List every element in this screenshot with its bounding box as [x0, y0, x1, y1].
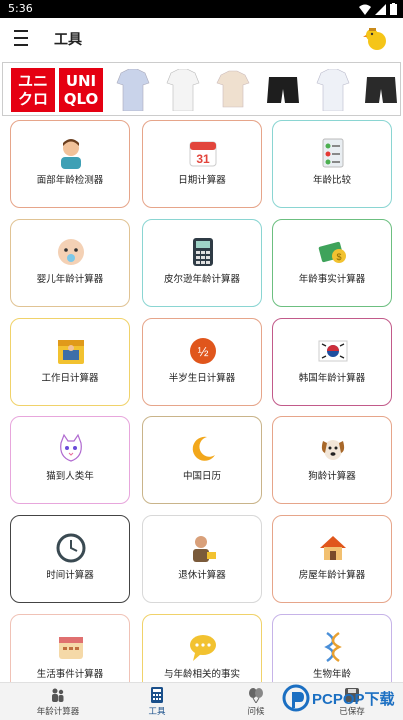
- tool-card-label: 生活事件计算器: [36, 669, 104, 680]
- tool-card[interactable]: 工作日计算器: [10, 318, 130, 406]
- balloon-icon: [249, 688, 263, 703]
- svg-text:31: 31: [196, 152, 210, 166]
- tool-card-label: 年龄比较: [312, 175, 351, 186]
- app-bar: 工具: [0, 18, 403, 60]
- status-bar: 5:36: [0, 0, 403, 18]
- shorts-image-2: [365, 77, 397, 103]
- tool-card[interactable]: 婴儿年龄计算器: [10, 219, 130, 307]
- tool-card-label: 时间计算器: [46, 570, 94, 581]
- tool-card-label: 年龄事实计算器: [298, 274, 366, 285]
- tool-card-label: 猫到人类年: [46, 471, 94, 482]
- brand-logo-left-line2: クロ: [17, 90, 48, 108]
- tool-card-label: 退休计算器: [178, 570, 226, 581]
- ad-banner[interactable]: ユニ クロ UNI QLO: [2, 62, 401, 116]
- tool-card-label: 婴儿年龄计算器: [36, 274, 104, 285]
- money-icon: $: [318, 241, 346, 263]
- dna-icon: [324, 631, 342, 663]
- korea-flag-icon: [318, 340, 348, 362]
- watermark: PCPOP下载: [282, 684, 395, 712]
- brand-logo-right: UNI QLO: [59, 68, 103, 112]
- brand-logo-left-line1: ユニ: [17, 72, 48, 90]
- watermark-text: PCPOP下载: [312, 690, 395, 708]
- svg-text:$: $: [336, 252, 341, 262]
- shirt-image-1: [116, 69, 150, 111]
- tool-card-label: 半岁生日计算器: [168, 373, 236, 384]
- tool-card-label: 面部年龄检测器: [36, 175, 104, 186]
- shorts-image-1: [267, 77, 299, 103]
- tab-greetings-label: 问候: [247, 707, 265, 717]
- tool-card[interactable]: ½ 半岁生日计算器: [142, 318, 262, 406]
- tool-card-label: 韩国年龄计算器: [298, 373, 366, 384]
- house-icon: [320, 536, 346, 560]
- clock-icon: [56, 533, 86, 563]
- tool-card-label: 与年龄相关的事实: [163, 669, 240, 680]
- calendar-icon: 31: [189, 141, 217, 167]
- tool-card[interactable]: 韩国年龄计算器: [272, 318, 392, 406]
- tool-card[interactable]: 狗龄计算器: [272, 416, 392, 504]
- battery-icon: [390, 3, 397, 15]
- event-icon: [59, 637, 83, 659]
- duck-avatar-icon[interactable]: [363, 26, 389, 52]
- tools-grid: 面部年龄检测器 31 日期计算器 年龄比较婴儿年龄计算器 皮尔逊年龄计算器 $ 年龄事实计算…: [0, 118, 403, 682]
- shirt-image-2: [166, 69, 200, 111]
- wifi-icon: [359, 4, 371, 15]
- chat-icon: [190, 635, 216, 661]
- tool-card-label: 中国日历: [182, 471, 221, 482]
- compare-icon: [322, 138, 344, 168]
- cat-icon: [60, 433, 82, 462]
- brand-logo-line2: QLO: [63, 90, 99, 108]
- tool-card-label: 房屋年龄计算器: [298, 570, 366, 581]
- moon-icon: [192, 436, 215, 461]
- brand-logo-left: ユニ クロ: [11, 68, 55, 112]
- status-time: 5:36: [8, 2, 33, 15]
- tool-card-label: 生物年龄: [312, 669, 351, 680]
- status-icons: [359, 3, 397, 15]
- page-title: 工具: [54, 32, 82, 48]
- tool-card[interactable]: 生物年龄: [272, 614, 392, 682]
- tab-age-calculator-label: 年龄计算器: [36, 707, 80, 717]
- menu-icon[interactable]: [14, 30, 34, 48]
- tool-card[interactable]: 与年龄相关的事实: [142, 614, 262, 682]
- tool-card-label: 狗龄计算器: [308, 471, 356, 482]
- tool-card-label: 工作日计算器: [41, 373, 99, 384]
- abacus-icon: [193, 238, 213, 266]
- svg-text:½: ½: [198, 344, 209, 359]
- signal-icon: [375, 3, 386, 15]
- tool-card[interactable]: $ 年龄事实计算器: [272, 219, 392, 307]
- tool-card[interactable]: 面部年龄检测器: [10, 120, 130, 208]
- tool-card[interactable]: 生活事件计算器: [10, 614, 130, 682]
- baby-icon: [58, 239, 84, 265]
- tool-card[interactable]: 年龄比较: [272, 120, 392, 208]
- tool-card[interactable]: 31 日期计算器: [142, 120, 262, 208]
- tool-card[interactable]: 中国日历: [142, 416, 262, 504]
- tool-card-label: 日期计算器: [178, 175, 226, 186]
- work-calendar-icon: [58, 340, 84, 364]
- tool-card[interactable]: 皮尔逊年龄计算器: [142, 219, 262, 307]
- tab-age-calculator[interactable]: 年龄计算器: [18, 687, 98, 717]
- tool-card[interactable]: 猫到人类年: [10, 416, 130, 504]
- tool-card[interactable]: 房屋年龄计算器: [272, 515, 392, 603]
- tool-card[interactable]: 时间计算器: [10, 515, 130, 603]
- shirt-image-3: [216, 70, 250, 108]
- dog-icon: [321, 440, 345, 460]
- half-icon: ½: [190, 338, 216, 364]
- tool-card[interactable]: 退休计算器: [142, 515, 262, 603]
- tool-card-label: 皮尔逊年龄计算器: [163, 274, 240, 285]
- tab-tools[interactable]: 工具: [117, 687, 197, 717]
- tab-tools-label: 工具: [148, 707, 166, 717]
- retire-icon: [193, 536, 216, 562]
- brand-logo-line1: UNI: [65, 72, 97, 90]
- people-icon: [52, 688, 64, 702]
- shirt-image-4: [316, 69, 350, 111]
- tools-icon: [151, 687, 163, 703]
- face-age-icon: [61, 139, 81, 169]
